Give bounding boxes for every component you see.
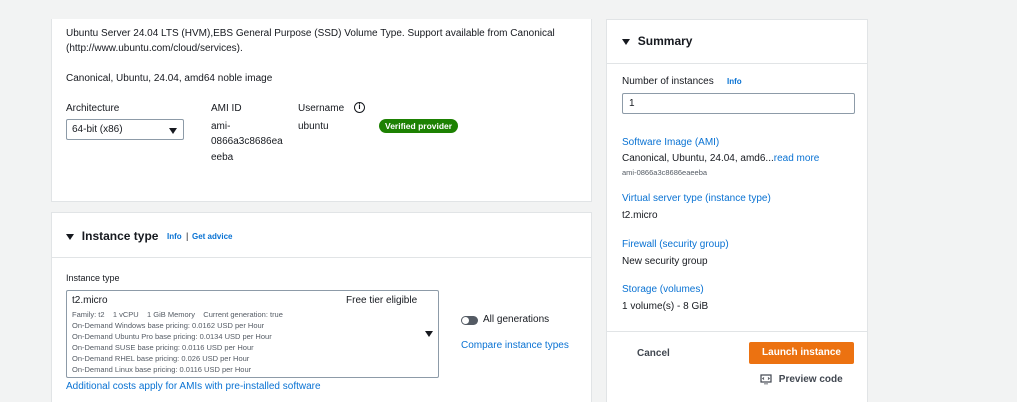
ami-panel: Ubuntu Server 24.04 LTS (HVM),EBS Genera… — [51, 19, 592, 202]
architecture-select[interactable]: 64-bit (x86) — [66, 119, 184, 140]
actions-divider — [607, 331, 867, 332]
compare-instance-types-link[interactable]: Compare instance types — [461, 340, 569, 351]
chevron-down-icon — [169, 128, 177, 134]
instance-type-info-link[interactable]: Info — [167, 232, 182, 241]
pricing-linux: On-Demand Linux base pricing: 0.0116 USD… — [72, 365, 252, 374]
username-value: ubuntu — [298, 121, 329, 132]
summary-title: Summary — [637, 34, 693, 48]
all-generations-toggle[interactable] — [461, 316, 478, 325]
cancel-button[interactable]: Cancel — [637, 348, 670, 359]
ami-id-line-2: 0866a3c8686ea — [211, 136, 283, 147]
ami-id-label: AMI ID — [211, 103, 242, 114]
caret-down-icon — [622, 39, 630, 46]
free-tier-label: Free tier eligible — [346, 295, 418, 306]
instance-type-header[interactable]: Instance type — [66, 229, 158, 243]
instance-type-field-label: Instance type — [66, 273, 120, 283]
software-image-value: Canonical, Ubuntu, 24.04, amd6...read mo… — [622, 153, 819, 164]
preview-code-button[interactable]: Preview code — [760, 374, 843, 385]
summary-ami-id: ami-0866a3c8686eaeeba — [622, 168, 708, 177]
link-separator: | — [186, 231, 189, 241]
server-type-link[interactable]: Virtual server type (instance type) — [622, 193, 771, 204]
read-more-link[interactable]: read more — [774, 153, 820, 164]
number-of-instances-input[interactable]: 1 — [622, 93, 855, 114]
additional-costs-link[interactable]: Additional costs apply for AMIs with pre… — [66, 381, 321, 392]
storage-value: 1 volume(s) - 8 GiB — [622, 301, 709, 312]
instances-value: 1 — [629, 98, 635, 109]
summary-panel: Summary Number of instances Info 1 Softw… — [606, 19, 868, 402]
pricing-windows: On-Demand Windows base pricing: 0.0162 U… — [72, 321, 265, 330]
architecture-label: Architecture — [66, 103, 120, 114]
launch-instance-button[interactable]: Launch instance — [749, 342, 854, 364]
instance-type-select[interactable]: t2.micro Free tier eligible Family: t2 1… — [66, 290, 439, 378]
preview-code-label: Preview code — [778, 374, 843, 386]
pricing-suse: On-Demand SUSE base pricing: 0.0116 USD … — [72, 343, 254, 352]
software-image-text: Canonical, Ubuntu, 24.04, amd6... — [622, 153, 774, 164]
preview-code-icon — [760, 374, 772, 385]
get-advice-link[interactable]: Get advice — [192, 232, 232, 241]
firewall-link[interactable]: Firewall (security group) — [622, 239, 729, 250]
summary-divider — [607, 63, 867, 64]
family-details: Family: t2 1 vCPU 1 GiB Memory Current g… — [72, 310, 283, 319]
instances-info-link[interactable]: Info — [727, 77, 742, 86]
firewall-value: New security group — [622, 256, 708, 267]
storage-link[interactable]: Storage (volumes) — [622, 284, 704, 295]
selected-instance-type: t2.micro — [72, 295, 108, 306]
ami-image-name: Canonical, Ubuntu, 24.04, amd64 noble im… — [66, 73, 273, 84]
pricing-rhel: On-Demand RHEL base pricing: 0.026 USD p… — [72, 354, 250, 363]
summary-header[interactable]: Summary — [622, 34, 692, 48]
instance-type-title: Instance type — [81, 229, 159, 243]
username-label: Username — [298, 103, 345, 114]
ami-description: Ubuntu Server 24.04 LTS (HVM),EBS Genera… — [66, 28, 555, 39]
panel-divider — [52, 257, 591, 258]
ami-id-line-1: ami- — [211, 121, 231, 132]
architecture-value: 64-bit (x86) — [72, 124, 123, 135]
chevron-down-icon — [425, 331, 433, 337]
pricing-ubuntu-pro: On-Demand Ubuntu Pro base pricing: 0.013… — [72, 332, 272, 341]
info-icon[interactable]: i — [354, 102, 365, 113]
server-type-value: t2.micro — [622, 210, 658, 221]
ami-description-url: (http://www.ubuntu.com/cloud/services). — [66, 43, 243, 54]
verified-provider-badge: Verified provider — [379, 119, 459, 133]
number-of-instances-label: Number of instances — [622, 76, 714, 87]
software-image-link[interactable]: Software Image (AMI) — [622, 137, 719, 148]
ami-id-line-3: eeba — [211, 152, 234, 163]
caret-down-icon — [66, 234, 74, 241]
instance-type-panel: Instance type Info | Get advice Instance… — [51, 212, 592, 402]
all-generations-label: All generations — [483, 314, 550, 325]
